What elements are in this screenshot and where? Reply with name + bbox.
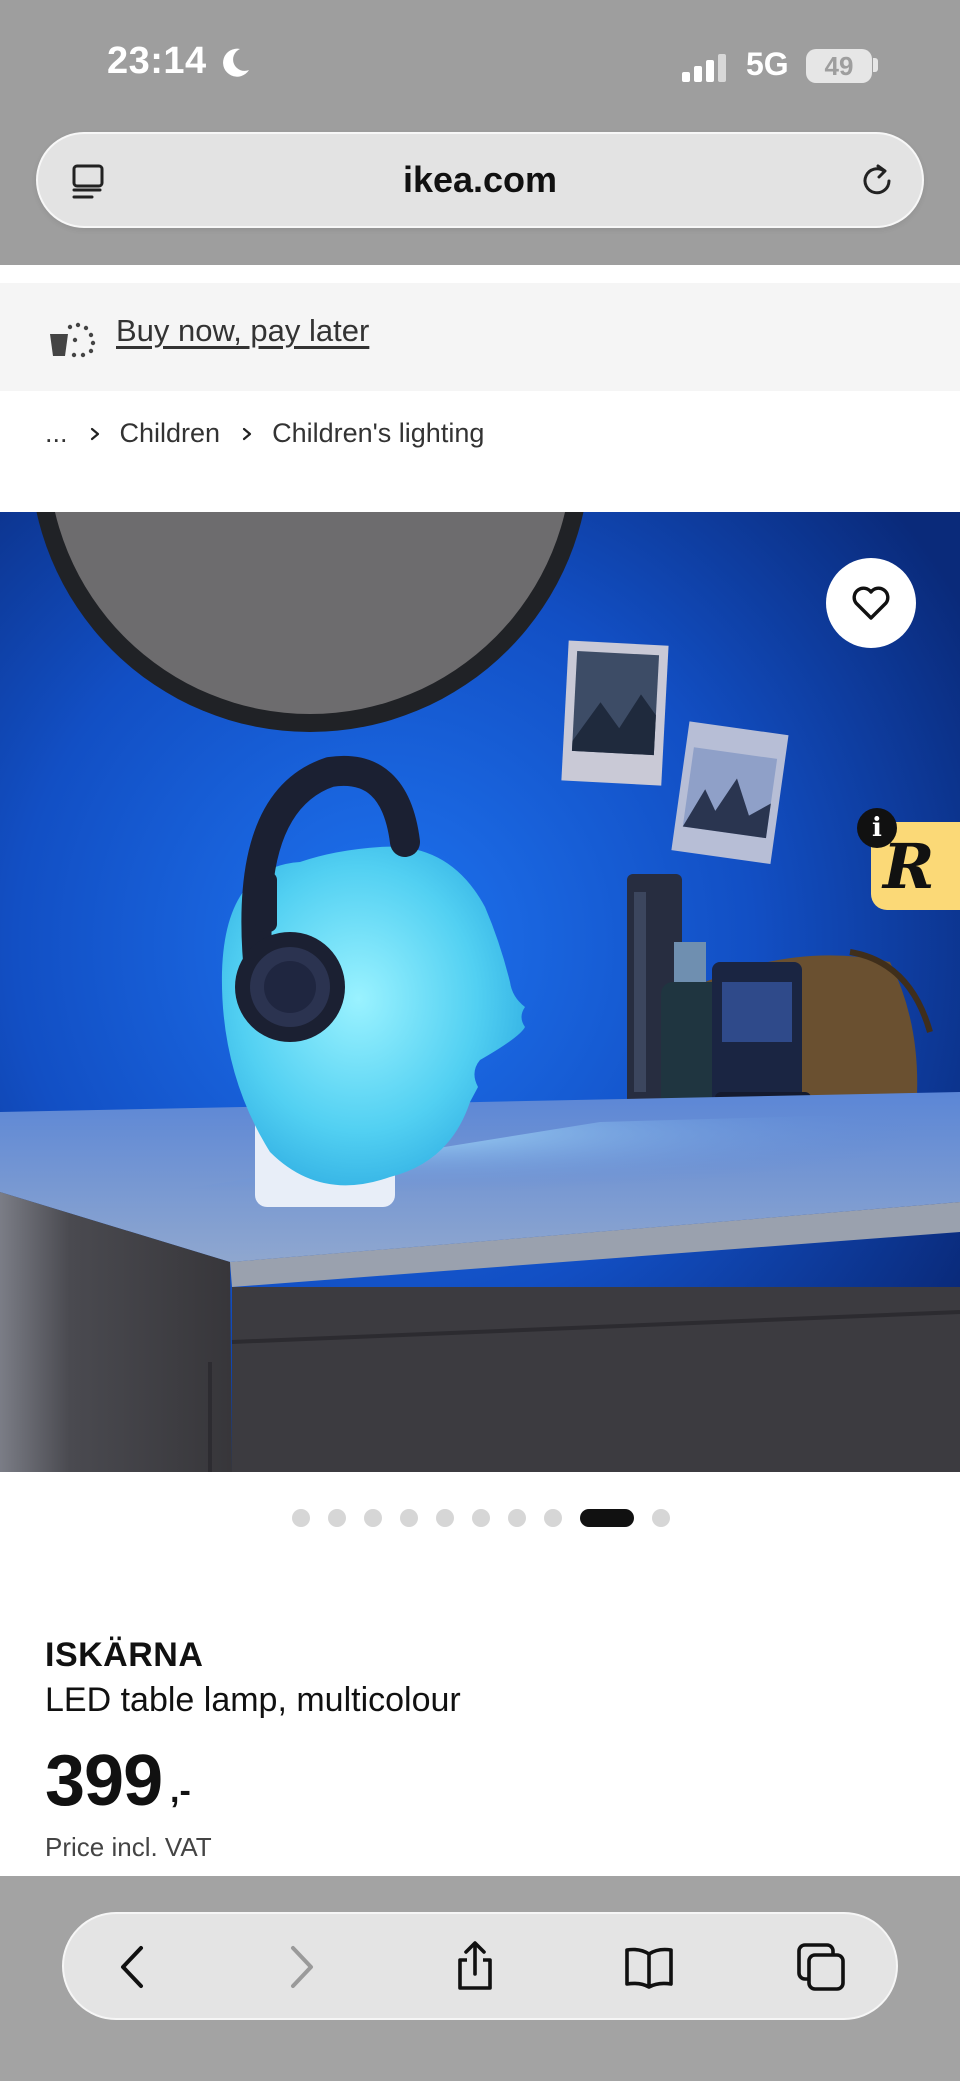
price-note: Price incl. VAT bbox=[45, 1832, 212, 1862]
product-price: 399 bbox=[45, 1741, 163, 1821]
price-suffix: ,- bbox=[170, 1772, 191, 1810]
page-top-strip bbox=[0, 265, 960, 283]
share-button[interactable] bbox=[448, 1940, 502, 1994]
reload-icon[interactable] bbox=[858, 162, 896, 200]
carousel-dot[interactable] bbox=[472, 1509, 490, 1527]
browser-top-bar: 23:14 5G 49 ikea.com bbox=[0, 0, 960, 265]
product-name[interactable]: ISKÄRNA bbox=[45, 1636, 203, 1675]
browser-toolbar bbox=[62, 1912, 898, 2020]
carousel-dot[interactable] bbox=[544, 1509, 562, 1527]
breadcrumb-item-childrens-lighting[interactable]: Children's lighting bbox=[272, 418, 484, 449]
carousel-dot[interactable] bbox=[652, 1509, 670, 1527]
back-icon bbox=[121, 1946, 143, 1988]
chevron-right-icon bbox=[240, 427, 254, 441]
forward-icon bbox=[291, 1946, 313, 1988]
carousel-dot[interactable] bbox=[364, 1509, 382, 1527]
heart-icon bbox=[852, 586, 890, 620]
back-button[interactable] bbox=[108, 1940, 162, 1994]
breadcrumb: ... Children Children's lighting bbox=[45, 418, 484, 449]
carousel-dot[interactable] bbox=[292, 1509, 310, 1527]
network-label: 5G bbox=[746, 46, 789, 82]
battery-icon: 49 bbox=[806, 49, 872, 83]
share-icon bbox=[458, 1941, 492, 1990]
address-bar[interactable]: ikea.com bbox=[36, 132, 924, 228]
carousel-dot[interactable] bbox=[508, 1509, 526, 1527]
carousel-dot[interactable] bbox=[436, 1509, 454, 1527]
battery-tip bbox=[873, 58, 878, 72]
status-time: 23:14 bbox=[107, 40, 207, 82]
signal-icon bbox=[682, 54, 726, 82]
buy-now-pay-later-link[interactable]: Buy now, pay later bbox=[116, 313, 369, 349]
product-description: LED table lamp, multicolour bbox=[45, 1681, 461, 1719]
url-text[interactable]: ikea.com bbox=[38, 134, 922, 226]
lamp-scene-illustration bbox=[0, 512, 960, 1472]
favourite-button[interactable] bbox=[826, 558, 916, 648]
battery-level: 49 bbox=[824, 51, 854, 81]
tabs-button[interactable] bbox=[794, 1940, 848, 1994]
promo-bar: Buy now, pay later bbox=[0, 283, 960, 391]
forward-button[interactable] bbox=[272, 1940, 326, 1994]
info-icon[interactable]: i bbox=[857, 808, 897, 848]
carousel-dot-active[interactable] bbox=[580, 1509, 634, 1527]
breadcrumb-ellipsis[interactable]: ... bbox=[45, 418, 68, 449]
bookmarks-button[interactable] bbox=[622, 1940, 676, 1994]
tabs-icon bbox=[797, 1943, 845, 1991]
chevron-right-icon bbox=[88, 427, 102, 441]
moon-icon bbox=[223, 48, 249, 77]
image-carousel-dots bbox=[292, 1508, 688, 1528]
bookmarks-icon bbox=[625, 1947, 673, 1989]
product-image[interactable] bbox=[0, 512, 960, 1472]
browser-bottom-bar bbox=[0, 1876, 960, 2081]
carousel-dot[interactable] bbox=[328, 1509, 346, 1527]
carousel-dot[interactable] bbox=[400, 1509, 418, 1527]
breadcrumb-item-children[interactable]: Children bbox=[120, 418, 221, 449]
pay-later-icon bbox=[50, 322, 96, 358]
